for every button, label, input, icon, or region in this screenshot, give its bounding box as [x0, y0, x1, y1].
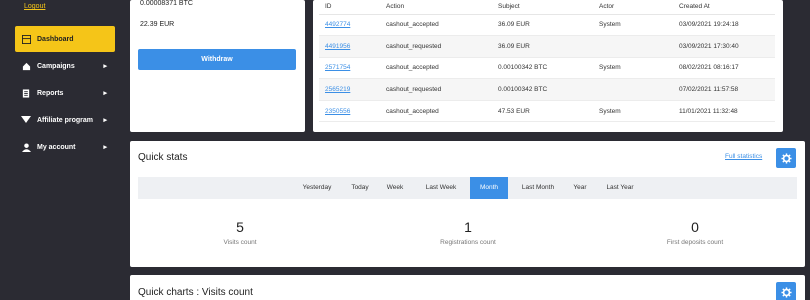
quick-charts-title: Quick charts : Visits count: [138, 287, 253, 298]
transaction-subject: 0.00100342 BTC: [492, 78, 593, 101]
table-header-row: ID Action Subject Actor Created At: [319, 0, 775, 15]
transaction-action: cashout_accepted: [380, 100, 492, 123]
period-tabs: Yesterday Today Week Last Week Month Las…: [138, 177, 797, 199]
table-row: 4491956 cashout_requested 36.09 EUR 03/0…: [319, 35, 775, 58]
transaction-action: cashout_accepted: [380, 57, 492, 80]
sidebar-item-affiliate-program[interactable]: Affiliate program ▸: [15, 107, 115, 133]
transaction-subject: 0.00100342 BTC: [492, 57, 593, 80]
sidebar-nav: Dashboard Campaigns ▸ Reports ▸ Affiliat…: [15, 26, 115, 161]
sidebar: Logout Dashboard Campaigns ▸ Reports ▸ A…: [0, 0, 122, 300]
transaction-action: cashout_accepted: [380, 14, 492, 37]
transaction-created-at: 11/01/2021 11:32:48: [673, 100, 775, 123]
transaction-actor: System: [593, 100, 673, 123]
transactions-panel: ID Action Subject Actor Created At 44927…: [313, 0, 783, 132]
transaction-actor: [593, 78, 673, 101]
transaction-id-link[interactable]: 2571754: [325, 64, 350, 71]
chevron-right-icon: ▸: [103, 90, 107, 97]
full-statistics-link[interactable]: Full statistics: [725, 153, 762, 160]
sidebar-item-campaigns[interactable]: Campaigns ▸: [15, 53, 115, 79]
quick-stats-settings-button[interactable]: [776, 148, 796, 168]
stat-value: 0: [691, 219, 699, 235]
tab-year[interactable]: Year: [568, 177, 592, 199]
tab-last-month[interactable]: Last Month: [513, 177, 563, 199]
transaction-actor: System: [593, 57, 673, 80]
stat-value: 1: [464, 219, 472, 235]
stat-registrations: 1 Registrations count: [408, 219, 528, 246]
transaction-subject: 47.53 EUR: [492, 100, 593, 123]
sidebar-item-my-account[interactable]: My account ▸: [15, 134, 115, 160]
column-header-subject[interactable]: Subject: [492, 0, 593, 15]
stat-label: Registrations count: [440, 239, 496, 246]
column-header-id[interactable]: ID: [319, 0, 380, 15]
transaction-actor: [593, 35, 673, 58]
column-header-created-at[interactable]: Created At: [673, 0, 775, 15]
tab-yesterday[interactable]: Yesterday: [295, 177, 339, 199]
document-icon: [21, 88, 31, 98]
balance-btc: 0.00008371 BTC: [140, 0, 193, 7]
stat-first-deposits: 0 First deposits count: [635, 219, 755, 246]
stat-visits: 5 Visits count: [180, 219, 300, 246]
transaction-action: cashout_requested: [380, 78, 492, 101]
transaction-id-link[interactable]: 2350556: [325, 108, 350, 115]
user-icon: [21, 142, 31, 152]
transaction-created-at: 03/09/2021 17:30:40: [673, 35, 775, 58]
balance-panel: 0.00008371 BTC 22.39 EUR Withdraw: [130, 0, 305, 132]
quick-charts-panel: Quick charts : Visits count: [130, 275, 805, 300]
transaction-id-link[interactable]: 4491956: [325, 43, 350, 50]
quick-stats-panel: Quick stats Full statistics Yesterday To…: [130, 141, 805, 267]
sidebar-item-reports[interactable]: Reports ▸: [15, 80, 115, 106]
gear-icon: [780, 152, 792, 164]
sidebar-item-label: Reports: [37, 89, 64, 97]
chevron-right-icon: ▸: [103, 63, 107, 70]
tab-last-week[interactable]: Last Week: [418, 177, 464, 199]
tab-today[interactable]: Today: [345, 177, 375, 199]
balance-eur: 22.39 EUR: [140, 21, 175, 28]
home-icon: [21, 61, 31, 71]
stat-label: Visits count: [223, 239, 257, 246]
tab-month[interactable]: Month: [470, 177, 508, 199]
stat-label: First deposits count: [666, 239, 724, 246]
tab-last-year[interactable]: Last Year: [600, 177, 640, 199]
stat-value: 5: [236, 219, 244, 235]
transaction-id-link[interactable]: 2565219: [325, 86, 350, 93]
table-row: 2565219 cashout_requested 0.00100342 BTC…: [319, 78, 775, 101]
tab-week[interactable]: Week: [380, 177, 410, 199]
sidebar-item-label: Affiliate program: [37, 116, 94, 124]
withdraw-button[interactable]: Withdraw: [138, 49, 296, 70]
sidebar-item-label: Dashboard: [37, 35, 74, 43]
quick-stats-title: Quick stats: [138, 152, 188, 163]
sidebar-item-dashboard[interactable]: Dashboard: [15, 26, 115, 52]
gear-icon: [780, 286, 792, 298]
chevron-right-icon: ▸: [103, 117, 107, 124]
logout-link[interactable]: Logout: [24, 3, 45, 10]
transaction-actor: System: [593, 14, 673, 37]
transaction-created-at: 07/02/2021 11:57:58: [673, 78, 775, 101]
column-header-action[interactable]: Action: [380, 0, 492, 15]
sidebar-item-label: Campaigns: [37, 62, 75, 70]
dashboard-icon: [21, 34, 31, 44]
quick-charts-settings-button[interactable]: [776, 282, 796, 300]
table-row: 2350556 cashout_accepted 47.53 EUR Syste…: [319, 100, 775, 123]
transaction-action: cashout_requested: [380, 35, 492, 58]
table-row: 2571754 cashout_accepted 0.00100342 BTC …: [319, 57, 775, 80]
transactions-table: ID Action Subject Actor Created At 44927…: [319, 0, 775, 123]
table-row: 4492774 cashout_accepted 36.09 EUR Syste…: [319, 14, 775, 37]
heart-icon: [21, 115, 31, 125]
column-header-actor[interactable]: Actor: [593, 0, 673, 15]
transaction-created-at: 08/02/2021 08:16:17: [673, 57, 775, 80]
chevron-right-icon: ▸: [103, 144, 107, 151]
transaction-created-at: 03/09/2021 19:24:18: [673, 14, 775, 37]
sidebar-item-label: My account: [37, 143, 76, 151]
transaction-subject: 36.09 EUR: [492, 14, 593, 37]
transaction-id-link[interactable]: 4492774: [325, 21, 350, 28]
transaction-subject: 36.09 EUR: [492, 35, 593, 58]
